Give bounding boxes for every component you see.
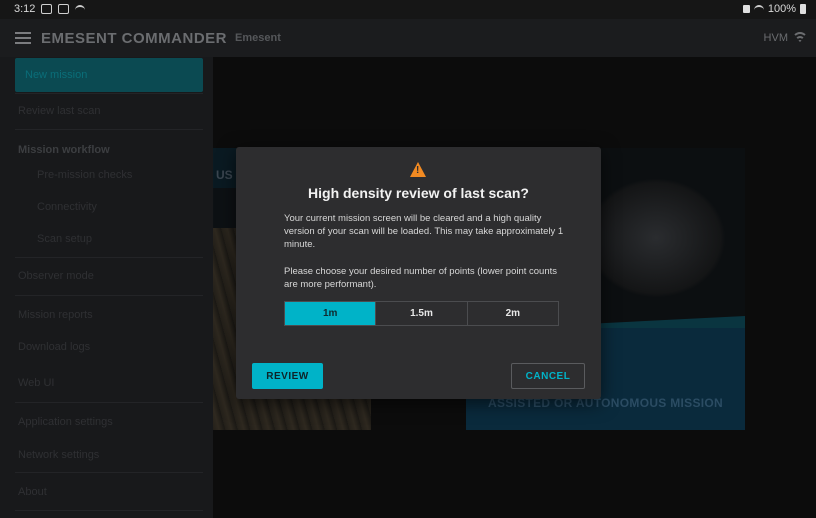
review-button[interactable]: REVIEW bbox=[252, 363, 323, 389]
wifi-status-icon bbox=[75, 5, 86, 13]
sidebar-item-web-ui[interactable]: Web UI bbox=[15, 366, 203, 400]
device-name: HVM bbox=[763, 32, 788, 44]
sidebar-item-pre-mission-checks[interactable]: Pre-mission checks bbox=[15, 158, 203, 192]
app-title: EMESENT COMMANDER bbox=[41, 29, 228, 47]
sidebar-item-connectivity[interactable]: Connectivity bbox=[15, 190, 203, 224]
wifi-icon bbox=[792, 31, 808, 45]
sidebar-item-about[interactable]: About bbox=[15, 475, 203, 509]
sidebar-item-download-logs[interactable]: Download logs bbox=[15, 330, 203, 364]
option-1-5m[interactable]: 1.5m bbox=[376, 302, 468, 325]
sidebar-item-mission-reports[interactable]: Mission reports bbox=[15, 298, 203, 332]
drone-image bbox=[586, 178, 726, 298]
app-bar: EMESENT COMMANDER Emesent HVM bbox=[0, 19, 816, 57]
battery-icon bbox=[800, 4, 806, 14]
device-indicator[interactable]: HVM bbox=[764, 31, 808, 45]
screen-record-icon bbox=[41, 4, 53, 14]
dialog-title: High density review of last scan? bbox=[308, 185, 529, 201]
sidebar-item-review-last-scan[interactable]: Review last scan bbox=[15, 94, 203, 128]
divider bbox=[15, 295, 203, 296]
status-time: 3:12 bbox=[14, 3, 36, 15]
sidebar-item-observer-mode[interactable]: Observer mode bbox=[15, 259, 203, 293]
dialog-body-text: Your current mission screen will be clea… bbox=[284, 213, 564, 250]
sidebar-item-scan-setup[interactable]: Scan setup bbox=[15, 222, 203, 256]
lock-icon bbox=[742, 5, 750, 13]
menu-icon[interactable] bbox=[15, 32, 31, 44]
divider bbox=[15, 402, 203, 403]
dialog-points-instruction: Please choose your desired number of poi… bbox=[284, 266, 558, 290]
point-density-selector[interactable]: 1m 1.5m 2m bbox=[284, 301, 559, 326]
image-icon bbox=[58, 4, 70, 14]
warning-icon bbox=[410, 162, 426, 177]
divider bbox=[15, 472, 203, 473]
sidebar-item-application-settings[interactable]: Application settings bbox=[15, 405, 203, 439]
status-bar-right: 100% bbox=[742, 3, 806, 15]
high-density-review-dialog: High density review of last scan? Your c… bbox=[236, 147, 601, 399]
option-2m[interactable]: 2m bbox=[468, 302, 558, 325]
divider bbox=[15, 510, 203, 511]
wifi-signal-icon bbox=[753, 5, 764, 13]
divider bbox=[15, 129, 203, 130]
divider bbox=[15, 257, 203, 258]
sidebar-item-new-mission[interactable]: New mission bbox=[15, 58, 203, 92]
card-title-fragment: US bbox=[216, 168, 233, 182]
app-subtitle: Emesent bbox=[235, 32, 281, 44]
status-bar-left: 3:12 bbox=[14, 3, 86, 15]
cancel-button[interactable]: CANCEL bbox=[511, 363, 585, 389]
status-bar: 3:12 100% bbox=[0, 0, 816, 19]
option-1m[interactable]: 1m bbox=[285, 302, 377, 325]
battery-percent: 100% bbox=[767, 3, 796, 15]
sidebar-item-network-settings[interactable]: Network settings bbox=[15, 438, 203, 472]
